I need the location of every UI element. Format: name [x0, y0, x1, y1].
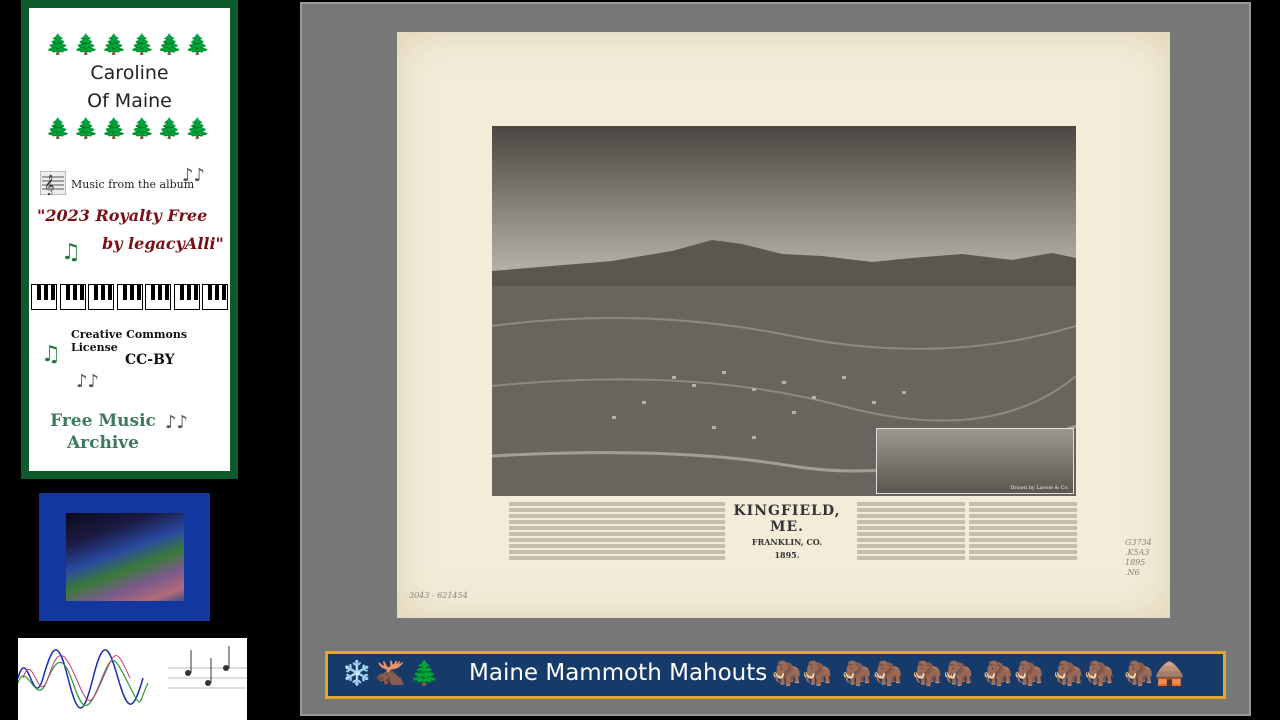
- artist-name-line1: Caroline: [90, 62, 169, 84]
- legend-column: [617, 500, 725, 562]
- map-county: FRANKLIN, CO.: [751, 537, 823, 547]
- svg-text:𝄞: 𝄞: [44, 175, 55, 195]
- single-note-icon: ♫: [41, 342, 61, 367]
- archive-name-line2: Archive: [66, 433, 139, 453]
- double-note-icon: ♪♪: [182, 165, 205, 186]
- legend-column: [969, 500, 1077, 562]
- piano-key-icon: [31, 284, 57, 310]
- map-sheet: Drawn by Lavoie & Co. KINGFIELD, ME. FRA…: [397, 32, 1170, 618]
- catalog-number-left: 3043 - 621454: [409, 591, 468, 600]
- map-title-block: KINGFIELD, ME. FRANKLIN, CO. 1895.: [717, 503, 857, 560]
- inset-view: Drawn by Lavoie & Co.: [876, 428, 1074, 494]
- legend-column: [857, 500, 965, 562]
- banner-icons: ❄️🫎🌲: [342, 659, 444, 687]
- piano-key-icon: [116, 284, 143, 310]
- waveform-graphic: [18, 646, 247, 709]
- double-note-icon: ♪♪: [165, 412, 188, 433]
- catalog-number-right: G3734 .K5A3 1895 .N6: [1125, 538, 1152, 577]
- piano-keys-decoration: [31, 284, 228, 312]
- map-title: KINGFIELD, ME.: [733, 503, 841, 535]
- waveform-thumbnail: [18, 638, 247, 720]
- album-title-line1: "2023 Royalty Free: [37, 206, 208, 225]
- landscape-thumbnail: [39, 493, 210, 621]
- inset-caption: Drawn by Lavoie & Co.: [1010, 485, 1069, 491]
- image-viewer: Drawn by Lavoie & Co. KINGFIELD, ME. FRA…: [300, 2, 1251, 716]
- tree-row-bottom: 🌲🌲🌲🌲🌲🌲: [45, 116, 214, 140]
- single-note-icon: ♫: [61, 240, 81, 265]
- double-note-icon: ♪♪: [76, 371, 99, 392]
- tree-row-top: 🌲🌲🌲🌲🌲🌲: [45, 32, 214, 56]
- piano-key-icon: [59, 284, 86, 310]
- album-title-line2: by legacyAlli": [102, 234, 224, 253]
- music-staff-icon: 𝄞: [40, 171, 66, 195]
- music-from-label: Music from the album: [71, 178, 195, 191]
- landscape-artwork: [66, 513, 184, 601]
- map-year: 1895.: [774, 550, 800, 560]
- channel-banner: ❄️🫎🌲 Maine Mammoth Mahouts 🦣🦣 🦣🦣 🦣🦣 🦣🦣 🦣…: [325, 651, 1226, 699]
- piano-key-icon: [88, 284, 114, 310]
- license-title: Creative Commons License: [71, 328, 188, 354]
- piano-key-icon: [173, 284, 200, 310]
- license-code: CC-BY: [125, 352, 175, 368]
- banner-title: Maine Mammoth Mahouts: [469, 660, 768, 686]
- archive-name-line1: Free Music: [50, 411, 156, 431]
- album-info-card: 🌲🌲🌲🌲🌲🌲 Caroline Of Maine 🌲🌲🌲🌲🌲🌲 𝄞 Music …: [21, 0, 238, 479]
- album-info-panel: 🌲🌲🌲🌲🌲🌲 Caroline Of Maine 🌲🌲🌲🌲🌲🌲 𝄞 Music …: [27, 6, 232, 473]
- piano-key-icon: [145, 284, 171, 310]
- legend-column: [509, 500, 617, 562]
- mammoth-icons: 🦣🦣 🦣🦣 🦣🦣 🦣🦣 🦣🦣 🦣🛖: [772, 659, 1186, 687]
- artist-name-line2: Of Maine: [87, 90, 172, 112]
- piano-key-icon: [202, 284, 228, 310]
- birds-eye-view-print: Drawn by Lavoie & Co.: [492, 126, 1076, 496]
